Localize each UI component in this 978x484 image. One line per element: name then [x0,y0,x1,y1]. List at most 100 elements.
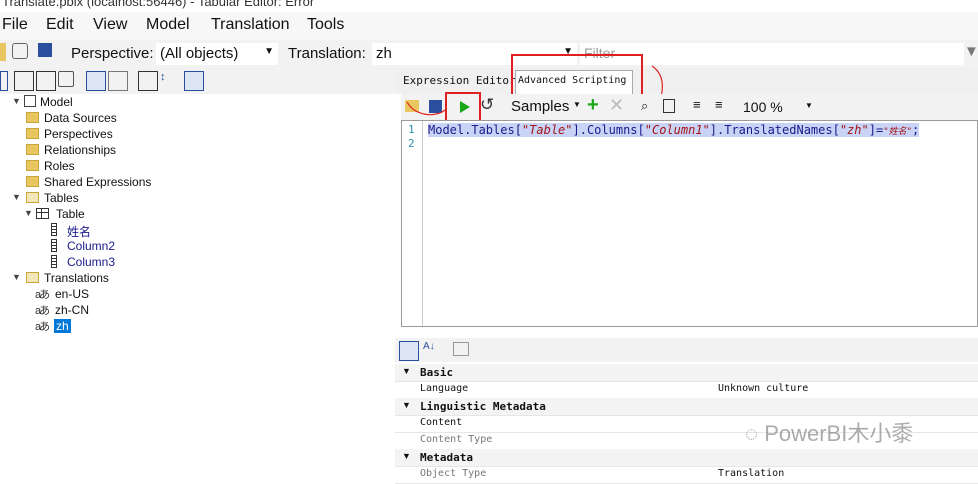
menu-file[interactable]: File [2,16,28,34]
funnel-icon[interactable]: ▼ [964,43,978,60]
delete-icon[interactable]: ✕ [609,95,624,116]
property-name: Language [420,383,469,394]
category-label: Basic [420,366,454,379]
chevron-down-icon[interactable]: ▼ [402,366,411,376]
sort-icon[interactable]: ↕ [160,71,178,89]
open-folder-icon[interactable] [0,43,6,61]
code-token: ]= [868,123,884,137]
perspective-select[interactable]: (All objects) ▼ [156,43,278,65]
property-name: Content [420,417,463,428]
chevron-down-icon: ▼ [805,101,813,110]
code-token: ].Columns[ [572,123,645,137]
zoom-dropdown[interactable]: 100 % ▼ [739,96,819,118]
zoom-value: 100 % [743,99,783,115]
menu-edit[interactable]: Edit [46,16,74,34]
script-editor[interactable]: 1 2 Model.Tables["Table"].Columns["Colum… [401,120,978,327]
tree-label: Tables [44,191,79,205]
chevron-down-icon[interactable]: ▼ [402,451,411,461]
menu-model[interactable]: Model [146,16,190,34]
property-row[interactable]: Object Type Translation [395,466,978,484]
property-pages-icon[interactable] [453,342,469,356]
tree-toolbar: ↕ [0,68,400,94]
translation-icon: aあ [35,321,50,333]
property-category[interactable]: ▼ Metadata [395,449,978,467]
menu-translation[interactable]: Translation [211,16,290,34]
tree-label: 姓名 [67,225,92,239]
code-string: "Table" [521,123,573,137]
wechat-icon: ◌ [745,421,759,446]
filter-objects-icon[interactable] [108,71,128,91]
tree-label: Roles [44,159,75,173]
comment-icon[interactable]: ≡ [693,97,701,112]
samples-dropdown[interactable]: Samples ▼ [507,96,585,118]
categorized-icon[interactable] [399,341,419,361]
undo-icon[interactable]: ↺ [480,95,494,115]
code-string: "zh" [839,123,869,137]
model-icon [24,95,36,107]
code-line[interactable]: Model.Tables["Table"].Columns["Column1"]… [428,123,920,137]
tree-label: Shared Expressions [44,175,152,189]
tree-label: Column3 [67,255,116,269]
annotation-arrow [406,101,446,116]
columns-icon[interactable] [138,71,158,91]
save-icon[interactable] [38,43,52,57]
category-label: Metadata [420,451,473,464]
list-view-icon[interactable] [14,71,34,91]
chevron-down-icon[interactable]: ▼ [12,192,21,202]
folder-open-icon [26,272,39,283]
tree-label: Data Sources [44,111,117,125]
line-gutter: 1 2 [402,121,423,326]
perspective-value: (All objects) [160,45,239,62]
column-icon [51,223,57,236]
chevron-down-icon[interactable]: ▼ [12,272,21,282]
hidden-objects-icon[interactable] [86,71,106,91]
folder-icon [26,176,39,187]
folder-open-icon [26,192,39,203]
code-token: ; [912,123,920,137]
window-title: Translate.pbix (localhost:56446) - Tabul… [2,0,315,9]
alphabetical-icon[interactable]: A↓ [423,341,435,352]
chevron-down-icon[interactable]: ▼ [402,400,411,410]
table-icon [36,208,49,219]
property-category[interactable]: ▼ Basic [395,364,978,382]
menu-bar: File Edit View Model Translation Tools [0,12,978,40]
menu-tools[interactable]: Tools [307,16,344,34]
line-number: 2 [408,137,415,150]
uncomment-icon[interactable]: ≡ [715,97,723,112]
folder-icon [26,144,39,155]
chevron-down-icon[interactable]: ▼ [12,96,21,106]
tree-label: zh [54,319,71,333]
tab-expression-editor[interactable]: Expression Editor [403,74,516,87]
script-toolbar: ↺ Samples ▼ + ✕ ⌕ ≡ ≡ 100 % ▼ [401,94,978,120]
property-row[interactable]: Language Unknown culture [395,381,978,399]
tree-label: en-US [55,287,90,301]
folder-icon [26,160,39,171]
column-icon [51,255,57,268]
code-string: "Column1" [644,123,710,137]
translation-icon: aあ [35,289,50,301]
find-icon[interactable]: ⌕ [641,98,648,114]
meta-data-icon[interactable] [184,71,204,91]
line-number: 1 [408,123,415,136]
tree-label: Relationships [44,143,117,157]
chevron-down-icon[interactable]: ▼ [24,208,33,218]
translation-icon: aあ [35,305,50,317]
property-value[interactable]: Unknown culture [718,383,808,394]
cube-icon[interactable] [58,71,74,87]
tree-label: Column2 [67,239,116,253]
add-icon[interactable]: + [587,94,599,117]
menu-view[interactable]: View [93,16,127,34]
display-mode-icon[interactable] [0,71,8,91]
deploy-icon[interactable] [12,43,28,59]
model-tree: ▼ Model Data Sources Perspectives Relati… [0,94,395,475]
highlight-box [511,54,643,98]
hierarchy-icon[interactable] [36,71,56,91]
tree-label: Translations [44,271,109,285]
watermark-text: PowerBI木小黍 [764,421,914,446]
translation-label: Translation: [288,45,366,62]
property-value[interactable]: Translation [718,468,784,479]
code-token: Model.Tables[ [428,123,522,137]
property-name: Content Type [420,434,493,445]
property-category[interactable]: ▼ Linguistic Metadata [395,398,978,416]
replace-icon[interactable] [663,99,675,113]
